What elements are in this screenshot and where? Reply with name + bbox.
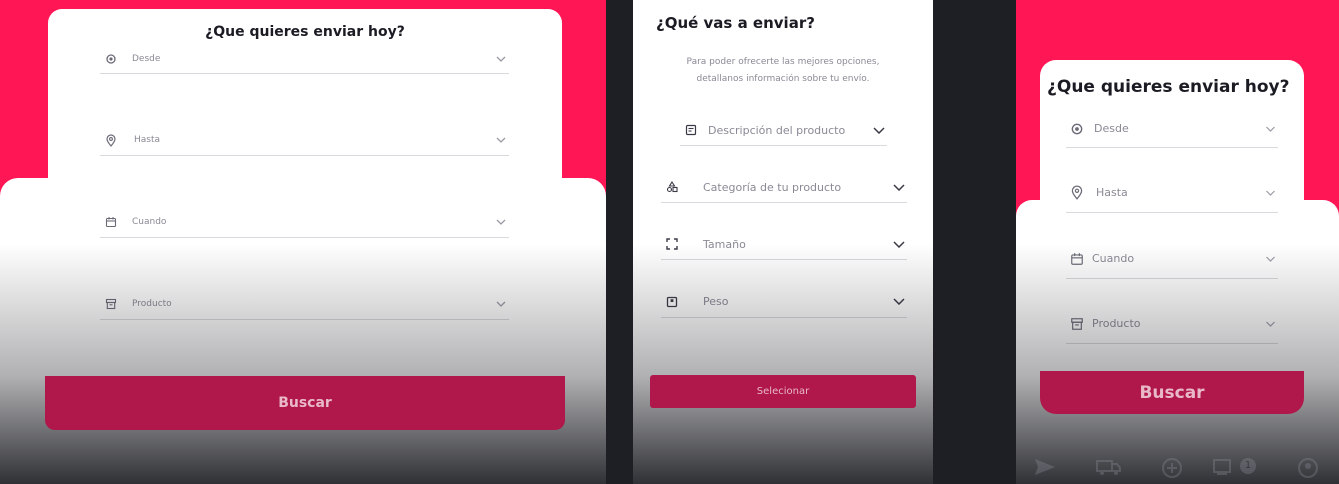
notification-badge: 1 xyxy=(1240,458,1256,474)
chevron-down-icon xyxy=(493,132,509,148)
add-circle-icon[interactable] xyxy=(1161,457,1183,483)
calendar-icon xyxy=(1066,252,1088,266)
to-field[interactable]: Hasta xyxy=(100,125,509,156)
chevron-down-icon xyxy=(891,236,907,252)
location-target-icon xyxy=(100,53,122,65)
from-label: Desde xyxy=(132,54,161,64)
product-label: Producto xyxy=(1092,317,1141,330)
size-label: Tamaño xyxy=(703,237,746,251)
truck-icon[interactable] xyxy=(1096,458,1122,480)
when-label: Cuando xyxy=(1092,252,1135,265)
page-title: ¿Que quieres enviar hoy? xyxy=(1047,77,1290,97)
weight-field[interactable]: Peso xyxy=(661,286,907,318)
to-field[interactable]: Hasta xyxy=(1066,173,1278,213)
map-pin-icon xyxy=(1066,185,1088,200)
from-field[interactable]: Desde xyxy=(1066,110,1278,148)
category-label: Categoría de tu producto xyxy=(703,180,842,194)
map-pin-icon xyxy=(100,133,122,147)
subtitle-line: detallanos información sobre tu envío. xyxy=(696,74,870,84)
product-field[interactable]: Producto xyxy=(100,289,509,320)
screen-send-search-compact: ¿Que quieres enviar hoy? Desde Hasta Cua… xyxy=(1016,0,1339,484)
send-icon[interactable] xyxy=(1034,458,1056,480)
calendar-icon xyxy=(100,216,122,228)
search-button[interactable]: Buscar xyxy=(1040,371,1304,414)
location-target-icon xyxy=(1066,122,1088,136)
screen-send-search-large: ¿Que quieres enviar hoy? Desde Hasta Cua… xyxy=(0,0,606,484)
document-icon xyxy=(680,124,702,136)
chevron-down-icon xyxy=(493,51,509,67)
description-field[interactable]: Descripción del producto xyxy=(680,115,887,146)
weight-label: Peso xyxy=(703,295,729,308)
when-field[interactable]: Cuando xyxy=(100,207,509,238)
chevron-down-icon xyxy=(1262,316,1278,332)
chevron-down-icon xyxy=(891,179,907,195)
bottom-fade-overlay xyxy=(633,244,933,484)
box-icon xyxy=(100,298,122,310)
when-field[interactable]: Cuando xyxy=(1066,239,1278,279)
shipments-icon[interactable] xyxy=(1213,458,1239,480)
description-label: Descripción del producto xyxy=(708,123,846,137)
to-label: Hasta xyxy=(1096,186,1128,199)
category-field[interactable]: Categoría de tu producto xyxy=(661,172,907,203)
select-button[interactable]: Selecionar xyxy=(650,375,916,408)
page-subtitle: Para poder ofrecerte las mejores opcione… xyxy=(633,54,933,88)
screen-what-to-send: ¿Qué vas a enviar? Para poder ofrecerte … xyxy=(633,0,933,484)
chevron-down-icon xyxy=(871,122,887,138)
chevron-down-icon xyxy=(1262,185,1278,201)
search-button[interactable]: Buscar xyxy=(45,376,565,430)
box-icon xyxy=(1066,317,1088,331)
chevron-down-icon xyxy=(493,296,509,312)
page-title: ¿Qué vas a enviar? xyxy=(656,14,815,32)
bottom-nav: 1 xyxy=(1016,452,1339,484)
chevron-down-icon xyxy=(1262,251,1278,267)
page-title: ¿Que quieres enviar hoy? xyxy=(205,24,405,40)
subtitle-line: Para poder ofrecerte las mejores opcione… xyxy=(686,57,880,67)
shapes-icon xyxy=(661,181,683,193)
resize-corners-icon xyxy=(661,238,683,250)
when-label: Cuando xyxy=(132,217,167,227)
from-field[interactable]: Desde xyxy=(100,45,509,74)
profile-icon[interactable] xyxy=(1297,457,1319,483)
size-field[interactable]: Tamaño xyxy=(661,229,907,260)
product-label: Producto xyxy=(132,299,172,309)
from-label: Desde xyxy=(1094,122,1129,135)
chevron-down-icon xyxy=(891,294,907,310)
chevron-down-icon xyxy=(493,214,509,230)
to-label: Hasta xyxy=(134,135,161,145)
weight-icon xyxy=(661,296,683,308)
product-field[interactable]: Producto xyxy=(1066,304,1278,344)
chevron-down-icon xyxy=(1262,121,1278,137)
